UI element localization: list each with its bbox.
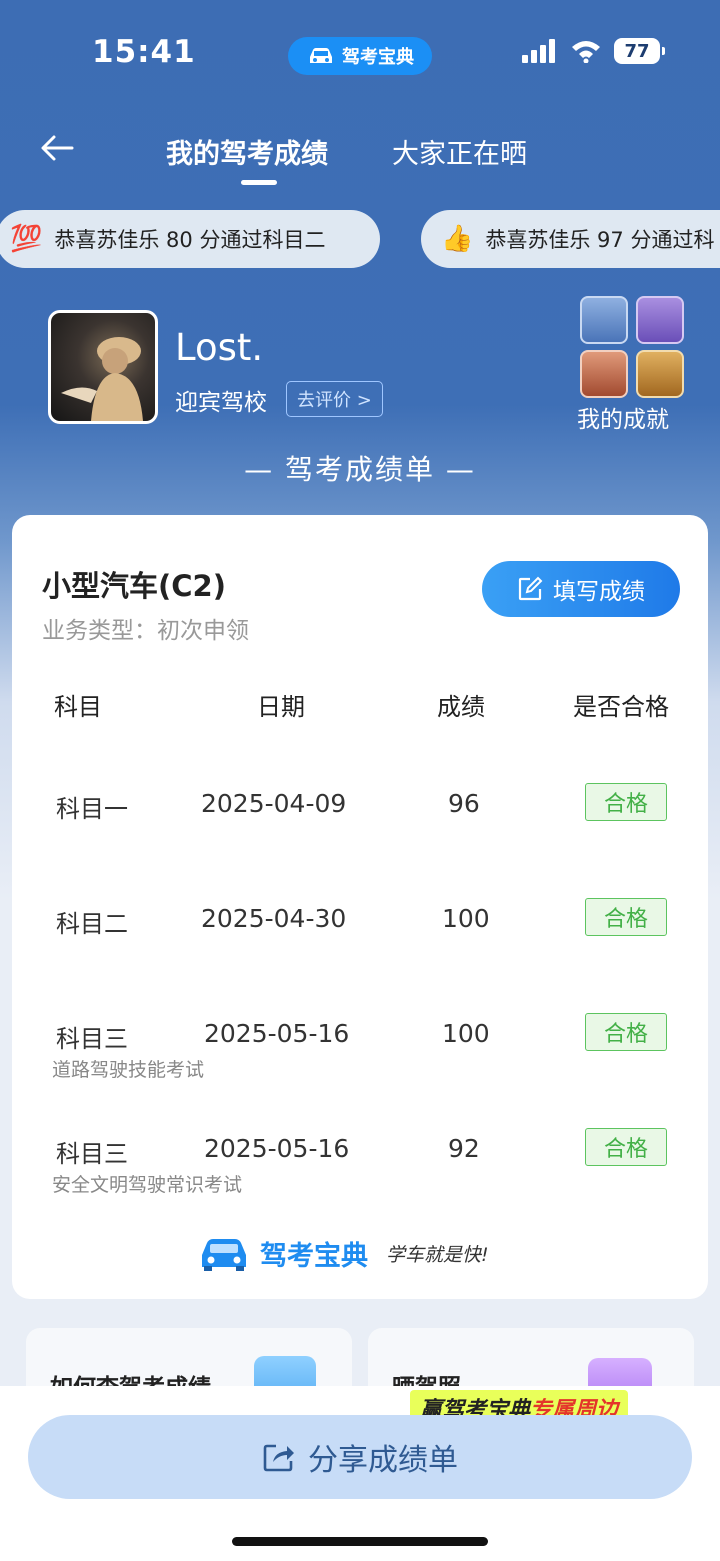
row-subject: 科目一 xyxy=(56,795,128,823)
app-pill-label: 驾考宝典 xyxy=(342,47,414,68)
header-score: 成绩 xyxy=(437,693,485,721)
row-date: 2025-05-16 xyxy=(204,1019,350,1048)
tab-active-indicator xyxy=(241,180,277,185)
row-date: 2025-05-16 xyxy=(204,1134,350,1163)
edit-icon xyxy=(518,576,543,601)
pass-badge: 合格 xyxy=(585,1013,667,1051)
hundred-points-icon: 💯 xyxy=(10,224,43,254)
avatar[interactable] xyxy=(48,310,158,424)
app-indicator-pill: 驾考宝典 xyxy=(288,37,432,75)
row-subtitle: 安全文明驾驶常识考试 xyxy=(52,1174,243,1196)
congrats-item: 💯 恭喜苏佳乐 80 分通过科目二 xyxy=(0,210,380,268)
badge-icon xyxy=(580,296,628,344)
congrats-text: 恭喜苏佳乐 80 分通过科目二 xyxy=(54,228,326,252)
score-card: 小型汽车(C2) 业务类型：初次申领 填写成绩 科目 日期 成绩 是否合格 科目… xyxy=(12,515,708,1299)
badge-icon xyxy=(580,350,628,398)
thumbs-up-icon: 👍 xyxy=(441,224,474,254)
status-icons: 77 xyxy=(522,38,665,64)
badge-icon xyxy=(636,350,684,398)
row-subject: 科目三 xyxy=(56,1140,128,1168)
signal-icon xyxy=(522,39,555,63)
back-arrow-icon[interactable] xyxy=(38,128,78,168)
battery-indicator: 77 xyxy=(614,38,665,64)
row-score: 96 xyxy=(448,789,480,818)
row-score: 100 xyxy=(442,1019,490,1048)
header-pass: 是否合格 xyxy=(573,693,669,721)
row-date: 2025-04-30 xyxy=(201,904,347,933)
driving-school-name: 迎宾驾校 xyxy=(175,390,267,416)
brand-name: 驾考宝典 xyxy=(260,1240,368,1272)
row-subtitle: 道路驾驶技能考试 xyxy=(52,1059,205,1081)
rate-school-button[interactable]: 去评价 > xyxy=(286,381,383,417)
car-icon xyxy=(310,48,332,63)
pass-badge: 合格 xyxy=(585,783,667,821)
username: Lost. xyxy=(175,326,264,369)
brand-slogan: 学车就是快! xyxy=(386,1243,489,1266)
brand-footer: 驾考宝典 学车就是快! xyxy=(196,1233,489,1273)
tab-my-scores[interactable]: 我的驾考成绩 xyxy=(166,132,328,171)
congrats-item: 👍 恭喜苏佳乐 97 分通过科 xyxy=(421,210,720,268)
brand-car-icon xyxy=(202,1239,246,1271)
row-subject: 科目二 xyxy=(56,910,128,938)
fill-score-label: 填写成绩 xyxy=(553,579,645,605)
home-indicator[interactable] xyxy=(232,1537,488,1546)
congrats-text: 恭喜苏佳乐 97 分通过科 xyxy=(485,228,715,252)
tab-everyone-sharing[interactable]: 大家正在晒 xyxy=(392,132,527,171)
my-achievements-link[interactable]: 我的成就 xyxy=(577,400,669,434)
badge-icon xyxy=(636,296,684,344)
header-date: 日期 xyxy=(257,693,305,721)
header-subject: 科目 xyxy=(54,693,102,721)
row-date: 2025-04-09 xyxy=(201,789,347,818)
pass-badge: 合格 xyxy=(585,1128,667,1166)
share-score-button[interactable]: 分享成绩单 xyxy=(28,1415,692,1499)
wifi-icon xyxy=(572,41,600,63)
share-icon xyxy=(263,1444,294,1472)
score-sheet-title: — 驾考成绩单 — xyxy=(244,453,476,486)
fill-score-button[interactable]: 填写成绩 xyxy=(482,561,680,617)
status-time: 15:41 xyxy=(92,34,196,70)
row-score: 92 xyxy=(448,1134,480,1163)
avatar-image xyxy=(61,337,143,421)
business-type: 业务类型：初次申领 xyxy=(42,618,249,644)
row-subject: 科目三 xyxy=(56,1025,128,1053)
pass-badge: 合格 xyxy=(585,898,667,936)
row-score: 100 xyxy=(442,904,490,933)
achievement-badges[interactable] xyxy=(580,296,684,398)
share-label: 分享成绩单 xyxy=(308,1443,458,1478)
license-type: 小型汽车(C2) xyxy=(42,569,226,603)
